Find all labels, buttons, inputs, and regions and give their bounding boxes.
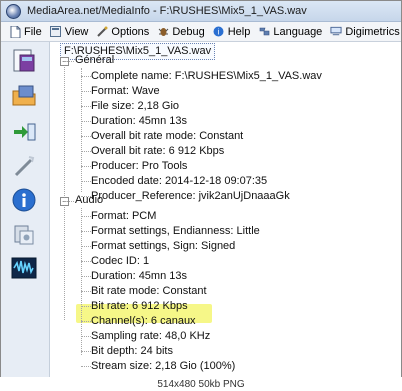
magic-wand-icon[interactable] [9,151,39,181]
general-section[interactable]: Général [75,53,114,68]
title-bar: MediaArea.net/MediaInfo - F:\RUSHES\Mix5… [1,1,401,22]
general-field: Complete name: F:\RUSHES\Mix5_1_VAS.wav [91,70,322,82]
image-footer: 514x480 50kb PNG [0,377,402,391]
debug-icon [157,26,169,38]
open-file-icon[interactable] [9,46,39,76]
menu-bar: File View Options Debug i Help Language … [1,22,401,42]
general-field: Producer_Reference: jvik2anUjDnaaaGk [91,190,290,202]
export-icon[interactable] [9,117,39,147]
general-field: Encoded date: 2014-12-18 09:07:35 [91,175,268,187]
waveform-icon[interactable] [9,253,39,283]
menu-view[interactable]: View [50,26,88,38]
website-icon [330,26,342,38]
menu-options[interactable]: Options [96,26,149,38]
general-field: Overall bit rate mode: Constant [91,130,244,142]
toolbar-sidebar [1,42,50,377]
audio-field: Bit rate: 6 912 Kbps [91,300,188,312]
mediainfo-window: MediaArea.net/MediaInfo - F:\RUSHES\Mix5… [0,0,402,378]
help-icon: i [213,26,225,38]
audio-field: Sampling rate: 48,0 KHz [91,330,211,342]
audio-field-channels: Channel(s): 6 canaux [91,315,196,327]
menu-file[interactable]: File [9,25,42,38]
svg-text:i: i [218,28,220,37]
app-logo-icon [6,3,21,19]
audio-field: Stream size: 2,18 Gio (100%) [91,360,236,372]
menu-help[interactable]: i Help [213,26,250,38]
audio-field: Codec ID: 1 [91,255,150,267]
menu-language[interactable]: Language [258,26,322,38]
audio-field: Duration: 45mn 13s [91,270,187,282]
general-field: Duration: 45mn 13s [91,115,187,127]
general-field: Format: Wave [91,85,160,97]
general-field: Producer: Pro Tools [91,160,188,172]
language-icon [258,26,270,38]
audio-section[interactable]: Audio [75,193,103,208]
settings-icon[interactable] [9,220,39,250]
general-field: Overall bit rate: 6 912 Kbps [91,145,225,157]
options-icon [96,26,108,38]
open-folder-icon[interactable] [9,81,39,111]
menu-debug[interactable]: Debug [157,26,205,38]
media-info-tree: F:\RUSHES\Mix5_1_VAS.wav − Général Compl… [50,42,401,377]
general-field: File size: 2,18 Gio [91,100,180,112]
audio-field: Format settings, Sign: Signed [91,240,236,252]
info-icon[interactable] [9,185,39,215]
audio-field: Format: PCM [91,210,157,222]
window-title: MediaArea.net/MediaInfo - F:\RUSHES\Mix5… [27,5,307,17]
audio-field: Bit depth: 24 bits [91,345,173,357]
menu-digimetrics-website[interactable]: Digimetrics website [330,26,401,38]
audio-field: Format settings, Endianness: Little [91,225,260,237]
audio-field: Bit rate mode: Constant [91,285,207,297]
view-icon [50,26,62,38]
document-icon [9,25,21,38]
